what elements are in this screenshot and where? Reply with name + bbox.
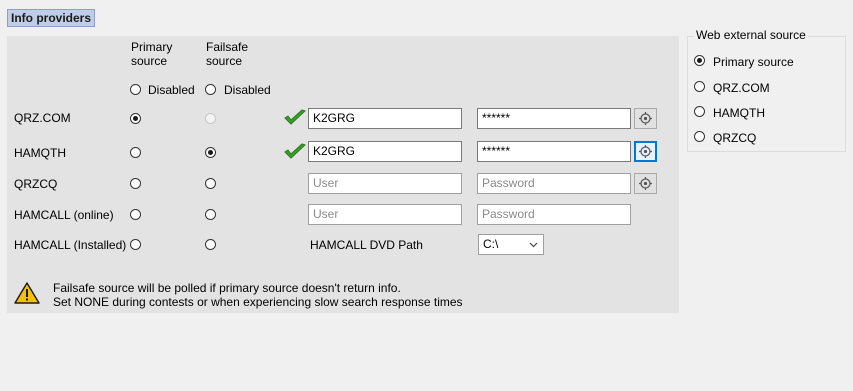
check-icon	[283, 109, 307, 130]
primary-radio-hamcall-online[interactable]	[130, 209, 141, 220]
failsafe-radio-hamcall-installed[interactable]	[205, 239, 216, 250]
primary-radio-hamqth[interactable]	[130, 147, 141, 158]
failsafe-radio-qrzcq[interactable]	[205, 178, 216, 189]
hamcall-online-password-field[interactable]: Password	[477, 204, 631, 225]
primary-disabled-label: Disabled	[148, 83, 195, 97]
qrzcq-test-button[interactable]	[634, 173, 657, 194]
failsafe-disabled-radio[interactable]	[205, 84, 216, 95]
hamqth-password-field[interactable]: ******	[477, 141, 631, 162]
hamqth-test-button[interactable]	[634, 141, 657, 162]
web-source-radio-qrz[interactable]	[694, 81, 705, 92]
failsafe-radio-hamcall-online[interactable]	[205, 209, 216, 220]
web-source-radio-qrzcq[interactable]	[694, 131, 705, 142]
qrz-test-button[interactable]	[634, 108, 657, 129]
web-source-label-primary: Primary source	[713, 55, 794, 69]
web-source-title: Web external source	[694, 28, 808, 42]
provider-name-qrzcq: QRZCQ	[14, 177, 58, 191]
primary-disabled-radio[interactable]	[130, 84, 141, 95]
section-title: Info providers	[7, 9, 96, 27]
web-source-label-qrz: QRZ.COM	[713, 81, 770, 95]
qrz-password-field[interactable]: ******	[477, 108, 631, 129]
qrzcq-password-field[interactable]: Password	[477, 173, 631, 194]
web-source-label-hamqth: HAMQTH	[713, 106, 765, 120]
web-source-radio-hamqth[interactable]	[694, 106, 705, 117]
primary-header-line1: Primary	[131, 40, 173, 54]
primary-radio-qrz[interactable]	[130, 113, 141, 124]
failsafe-radio-hamqth[interactable]	[205, 147, 216, 158]
web-source-label-qrzcq: QRZCQ	[713, 131, 757, 145]
hamcall-online-user-field[interactable]: User	[308, 204, 462, 225]
hamqth-user-field[interactable]: K2GRG	[308, 141, 462, 162]
qrz-user-field[interactable]: K2GRG	[308, 108, 462, 129]
primary-header-line2: source	[131, 54, 168, 68]
qrzcq-user-field[interactable]: User	[308, 173, 462, 194]
provider-name-qrz: QRZ.COM	[14, 111, 71, 125]
failsafe-disabled-label: Disabled	[224, 83, 271, 97]
failsafe-header-line2: source	[206, 54, 243, 68]
dvd-path-value: C:\	[483, 237, 499, 251]
web-source-radio-primary[interactable]	[694, 55, 705, 66]
note-line1: Failsafe source will be polled if primar…	[53, 281, 401, 295]
note-line2: Set NONE during contests or when experie…	[53, 295, 463, 309]
gear-icon	[639, 145, 652, 158]
failsafe-header-line1: Failsafe	[206, 40, 249, 54]
provider-name-hamcall-online: HAMCALL (online)	[14, 208, 114, 222]
gear-icon	[639, 112, 652, 125]
check-icon	[283, 143, 307, 164]
failsafe-radio-qrz	[205, 113, 216, 124]
hamcall-dvd-path-label: HAMCALL DVD Path	[310, 238, 423, 252]
chevron-down-icon	[529, 242, 538, 248]
provider-name-hamqth: HAMQTH	[14, 146, 66, 160]
primary-radio-hamcall-installed[interactable]	[130, 239, 141, 250]
gear-icon	[639, 177, 652, 190]
provider-name-hamcall-installed: HAMCALL (Installed)	[14, 238, 127, 252]
hamcall-dvd-path-select[interactable]: C:\	[478, 234, 544, 255]
primary-radio-qrzcq[interactable]	[130, 178, 141, 189]
warning-icon	[14, 282, 40, 307]
